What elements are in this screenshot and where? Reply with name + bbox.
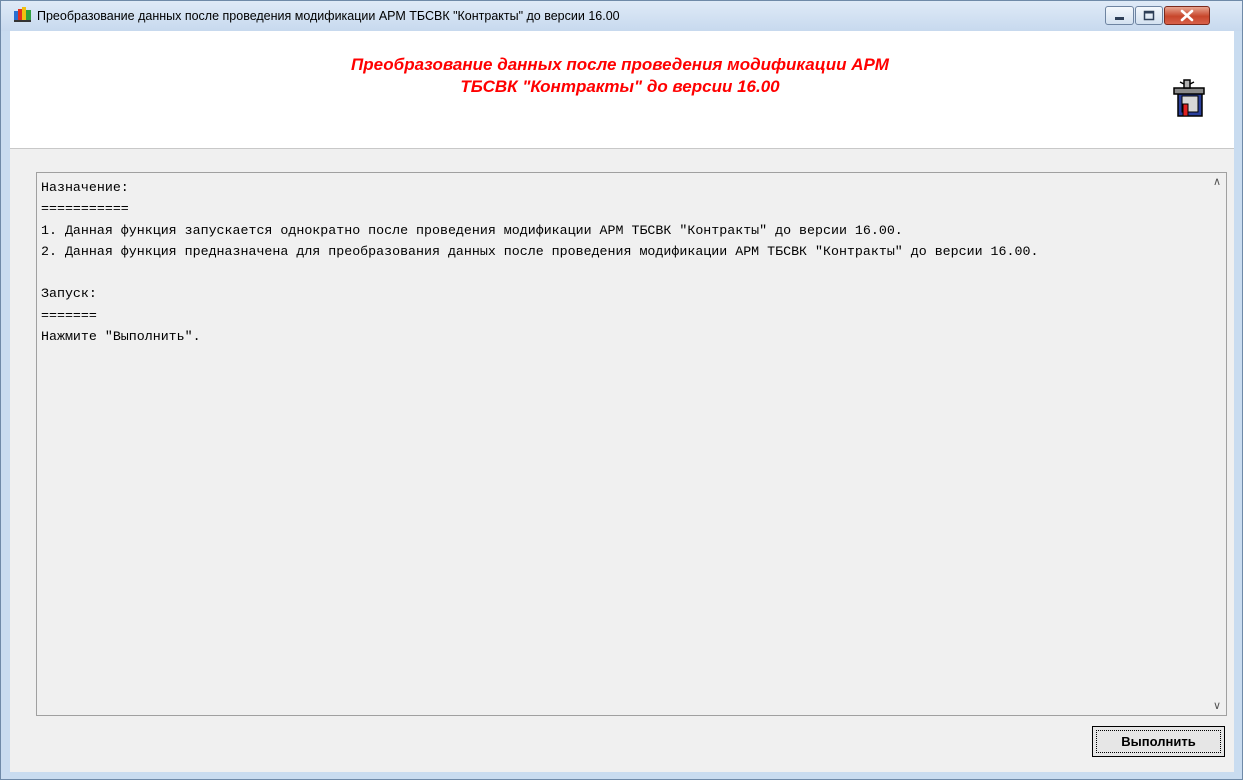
- minimize-icon: [1115, 17, 1124, 20]
- window-title: Преобразование данных после проведения м…: [37, 9, 620, 23]
- vertical-scrollbar[interactable]: ∧ ∨: [1208, 173, 1226, 715]
- main-window: Преобразование данных после проведения м…: [0, 0, 1243, 780]
- maximize-button[interactable]: [1135, 6, 1163, 25]
- client-area: Преобразование данных после проведения м…: [10, 31, 1234, 772]
- header-title-line1: Преобразование данных после проведения м…: [351, 55, 889, 74]
- header-panel: Преобразование данных после проведения м…: [10, 31, 1234, 149]
- minimize-button[interactable]: [1105, 6, 1134, 25]
- header-title: Преобразование данных после проведения м…: [190, 54, 1050, 98]
- scroll-up-icon[interactable]: ∧: [1208, 173, 1226, 191]
- close-icon: [1180, 9, 1194, 22]
- header-title-line2: ТБСВК "Контракты" до версии 16.00: [460, 77, 780, 96]
- description-memo[interactable]: Назначение: =========== 1. Данная функци…: [36, 172, 1227, 716]
- close-button[interactable]: [1164, 6, 1210, 25]
- app-icon: [14, 7, 31, 22]
- title-bar[interactable]: Преобразование данных после проведения м…: [1, 1, 1242, 31]
- run-button[interactable]: Выполнить: [1092, 726, 1225, 757]
- description-text: Назначение: =========== 1. Данная функци…: [41, 180, 1039, 345]
- scroll-down-icon[interactable]: ∨: [1208, 697, 1226, 715]
- run-button-label: Выполнить: [1121, 734, 1196, 749]
- tools-box-icon: [1173, 79, 1205, 117]
- maximize-icon: [1143, 10, 1155, 21]
